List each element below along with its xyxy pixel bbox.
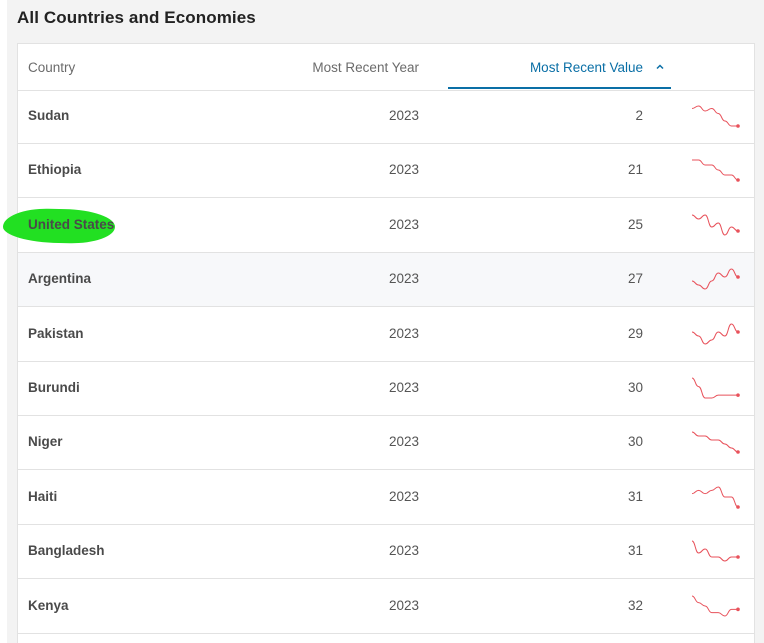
most-recent-value: 27 bbox=[627, 271, 643, 287]
sparkline-line bbox=[691, 268, 739, 290]
sparkline-end-dot bbox=[736, 275, 740, 279]
trend-sparkline bbox=[692, 159, 740, 183]
most-recent-value: 30 bbox=[627, 380, 643, 395]
table-row[interactable]: Argentina 2023 27 bbox=[18, 253, 754, 308]
sparkline-end-dot bbox=[736, 124, 740, 128]
column-header-year[interactable]: Most Recent Year bbox=[312, 60, 419, 75]
trend-sparkline bbox=[691, 595, 740, 617]
table-header: Country Most Recent Year Most Recent Val… bbox=[18, 44, 754, 91]
table-row[interactable]: United States 2023 25 bbox=[2, 199, 754, 253]
most-recent-value: 31 bbox=[627, 543, 643, 559]
table-row[interactable]: Haiti 2023 31 bbox=[18, 471, 754, 525]
table-row[interactable]: Sudan 2023 2 bbox=[18, 90, 754, 144]
trend-sparkline bbox=[691, 214, 740, 236]
sparkline-line bbox=[692, 159, 739, 181]
most-recent-value: 21 bbox=[627, 162, 643, 178]
sparkline-end-dot bbox=[736, 504, 740, 509]
column-header-country[interactable]: Country bbox=[28, 60, 75, 75]
table-row[interactable]: Burundi 2023 30 bbox=[18, 362, 754, 416]
most-recent-value: 32 bbox=[627, 597, 643, 613]
sparkline-line bbox=[691, 486, 739, 508]
country-name[interactable]: Kenya bbox=[28, 598, 69, 613]
table-row[interactable]: Pakistan 2023 29 bbox=[18, 308, 754, 362]
country-name[interactable]: Bangladesh bbox=[28, 543, 105, 558]
sparkline-end-dot bbox=[736, 450, 740, 455]
most-recent-value: 30 bbox=[627, 434, 643, 450]
most-recent-year: 2023 bbox=[388, 597, 419, 613]
most-recent-value: 29 bbox=[627, 325, 643, 341]
most-recent-year: 2023 bbox=[388, 488, 419, 504]
country-name[interactable]: Sudan bbox=[28, 108, 69, 123]
sparkline-line bbox=[691, 214, 739, 236]
sparkline-end-dot bbox=[736, 607, 740, 611]
most-recent-value: 25 bbox=[627, 216, 643, 232]
country-name[interactable]: Haiti bbox=[28, 489, 57, 504]
most-recent-year: 2023 bbox=[388, 380, 419, 395]
countries-table: Country Most Recent Year Most Recent Val… bbox=[2, 43, 755, 643]
trend-sparkline bbox=[691, 486, 740, 509]
trend-sparkline bbox=[691, 431, 740, 455]
trend-sparkline bbox=[691, 105, 740, 128]
most-recent-value: 31 bbox=[627, 488, 643, 504]
column-header-value-sorted[interactable]: Most Recent Value bbox=[448, 44, 671, 89]
sparkline-end-dot bbox=[736, 329, 740, 334]
most-recent-value: 2 bbox=[635, 108, 643, 123]
sparkline-end-dot bbox=[736, 393, 740, 397]
sparkline-line bbox=[691, 377, 738, 399]
most-recent-year: 2023 bbox=[388, 162, 419, 178]
sparkline-end-dot bbox=[736, 178, 740, 183]
sparkline-line bbox=[691, 431, 739, 453]
country-name[interactable]: Burundi bbox=[28, 380, 80, 395]
country-name[interactable]: Pakistan bbox=[28, 326, 84, 341]
trend-sparkline bbox=[691, 540, 740, 562]
most-recent-year: 2023 bbox=[388, 325, 419, 341]
sparkline-end-dot bbox=[736, 555, 740, 559]
table-row[interactable]: Ethiopia 2023 21 bbox=[18, 144, 754, 199]
section-title: All Countries and Economies bbox=[17, 8, 256, 27]
trend-sparkline bbox=[691, 377, 740, 399]
most-recent-year: 2023 bbox=[388, 271, 419, 287]
sparkline-line bbox=[691, 540, 738, 562]
table-row[interactable]: Niger 2023 30 bbox=[18, 416, 754, 471]
country-name[interactable]: Argentina bbox=[28, 271, 91, 286]
column-header-value[interactable]: Most Recent Value bbox=[530, 60, 643, 75]
most-recent-year: 2023 bbox=[388, 108, 419, 123]
sparkline-line bbox=[691, 595, 738, 617]
table-row[interactable]: Bangladesh 2023 31 bbox=[18, 525, 754, 580]
table-row[interactable]: Kenya 2023 32 bbox=[18, 580, 754, 634]
country-name[interactable]: Ethiopia bbox=[28, 162, 81, 177]
country-name[interactable]: Niger bbox=[28, 434, 63, 449]
chevron-up-icon[interactable] bbox=[654, 61, 666, 73]
country-name[interactable]: United States bbox=[28, 217, 114, 232]
trend-sparkline bbox=[691, 323, 740, 345]
most-recent-year: 2023 bbox=[388, 216, 419, 232]
sparkline-end-dot bbox=[736, 228, 740, 233]
trend-sparkline bbox=[691, 268, 740, 290]
most-recent-year: 2023 bbox=[388, 543, 419, 559]
sparkline-line bbox=[691, 323, 739, 345]
sparkline-line bbox=[691, 105, 738, 127]
most-recent-year: 2023 bbox=[388, 434, 419, 450]
